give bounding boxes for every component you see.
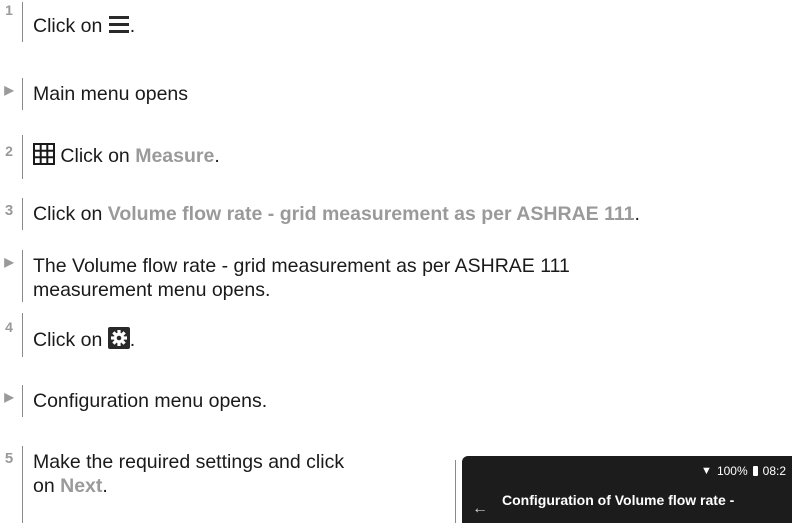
device-frame-edge [455, 460, 456, 523]
result-text-line: The Volume flow rate - grid measurement … [33, 255, 570, 277]
result-3: ▶ Configuration menu opens. [0, 385, 267, 417]
step-text-label: on [33, 475, 61, 497]
device-title: Configuration of Volume flow rate - [502, 492, 735, 508]
grid-icon [33, 143, 55, 171]
result-text-line: measurement menu opens. [33, 279, 271, 301]
step-4: 4 Click on . [0, 313, 135, 357]
status-time: 08:2 [762, 464, 786, 478]
step-text-tail: . [102, 475, 108, 497]
step-divider [22, 313, 23, 357]
device-screen: ▼ 100% 08:2 ← Configuration of Volume fl… [462, 456, 792, 523]
step-keyword: Volume flow rate - grid measurement as p… [107, 203, 635, 225]
step-text-label: Click on [33, 15, 108, 37]
wifi-icon: ▼ [701, 465, 712, 477]
step-text-line: on Next. [33, 474, 344, 498]
result-text: Configuration menu opens. [33, 390, 268, 412]
step-text-line: Make the required settings and click [33, 451, 345, 473]
result-text: The Volume flow rate - grid measurement … [33, 250, 570, 302]
back-arrow-icon[interactable]: ← [472, 500, 494, 518]
step-number: 1 [5, 2, 13, 18]
step-text-tail: . [129, 329, 136, 351]
step-3: 3 Click on Volume flow rate - grid measu… [0, 198, 640, 230]
step-divider [22, 250, 23, 302]
device-screenshot: ▼ 100% 08:2 ← Configuration of Volume fl… [455, 456, 792, 523]
step-text-label: Click on [33, 329, 108, 351]
step-text-label: Click on [33, 203, 108, 225]
battery-icon [752, 466, 758, 476]
step-1: 1 Click on . [0, 2, 135, 42]
hamburger-menu-icon [107, 15, 130, 41]
status-bar: ▼ 100% 08:2 [701, 464, 786, 478]
step-divider [22, 446, 23, 523]
result-text: Main menu opens [33, 83, 189, 105]
result-arrow-icon: ▶ [4, 83, 14, 97]
step-text: Click on Measure. [33, 135, 220, 171]
result-arrow-icon: ▶ [4, 390, 14, 404]
device-header: ← Configuration of Volume flow rate - [472, 490, 792, 518]
step-text-tail: . [129, 15, 136, 37]
step-text-tail: . [214, 145, 220, 167]
step-text-label: Click on [55, 145, 136, 167]
step-keyword: Measure [135, 145, 215, 167]
step-text-tail: . [634, 203, 640, 225]
step-number: 4 [5, 319, 13, 335]
step-2: 2 Click on Measure. [0, 135, 220, 179]
step-text: Click on Volume flow rate - grid measure… [33, 198, 640, 226]
step-number: 2 [5, 143, 13, 159]
result-arrow-icon: ▶ [4, 255, 14, 269]
step-keyword: Next [60, 475, 103, 497]
step-divider [22, 385, 23, 417]
step-divider [22, 78, 23, 110]
step-divider [22, 135, 23, 179]
step-text: Click on . [33, 2, 135, 41]
step-number: 3 [4, 202, 14, 219]
step-divider [22, 198, 23, 230]
step-divider [22, 2, 23, 42]
result-1: ▶ Main menu opens [0, 78, 188, 110]
step-5: 5 Make the required settings and click o… [0, 446, 344, 523]
step-text: Click on . [33, 313, 135, 355]
battery-level: 100% [716, 464, 748, 478]
result-2: ▶ The Volume flow rate - grid measuremen… [0, 250, 570, 302]
settings-gear-icon [107, 327, 130, 355]
step-text: Make the required settings and click on … [33, 446, 344, 498]
step-number: 5 [4, 450, 14, 467]
